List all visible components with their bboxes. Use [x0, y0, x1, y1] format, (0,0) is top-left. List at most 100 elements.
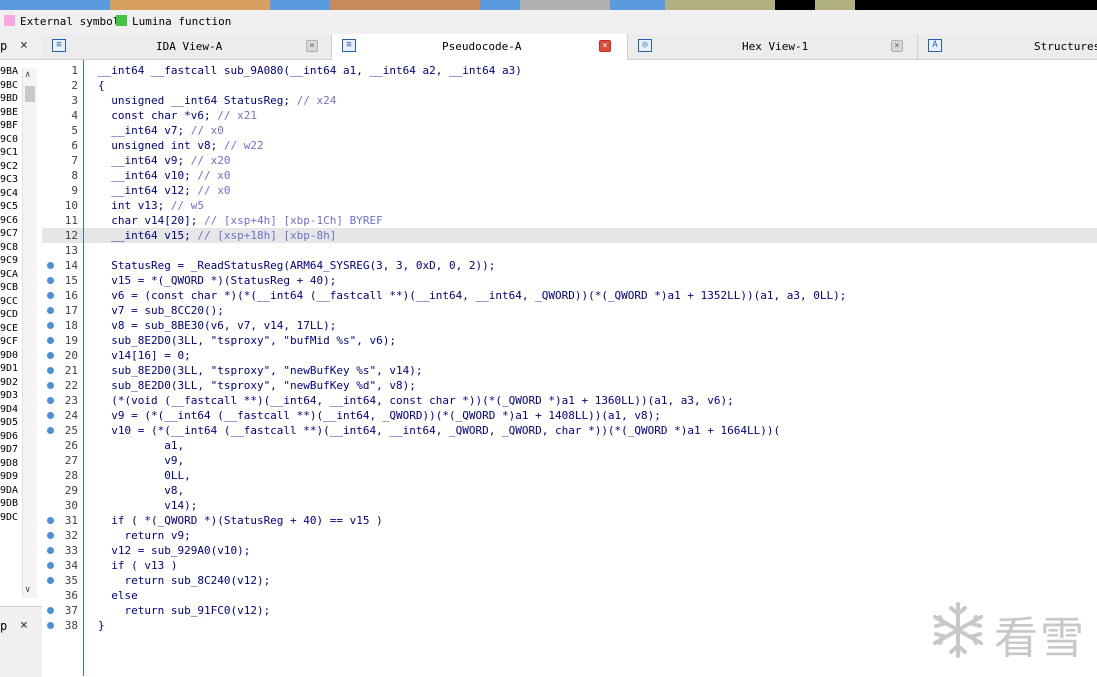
scroll-up-icon[interactable]: ∧	[25, 70, 30, 80]
code-line[interactable]: 1 __int64 __fastcall sub_9A080(__int64 a1…	[42, 63, 1097, 78]
function-list-item[interactable]: 9D7	[0, 443, 22, 457]
function-list-item[interactable]: 9BD	[0, 92, 22, 106]
code-line[interactable]: 33 v12 = sub_929A0(v10);	[42, 543, 1097, 558]
code-text[interactable]: v14);	[98, 498, 197, 513]
code-text[interactable]: v12 = sub_929A0(v10);	[98, 543, 250, 558]
function-list-item[interactable]: 9C5	[0, 200, 22, 214]
code-line[interactable]: 17 v7 = sub_8CC20();	[42, 303, 1097, 318]
code-line[interactable]: 18 v8 = sub_8BE30(v6, v7, v14, 17LL);	[42, 318, 1097, 333]
pseudocode-view[interactable]: 1 __int64 __fastcall sub_9A080(__int64 a1…	[42, 60, 1097, 676]
code-line[interactable]: 34 if ( v13 )	[42, 558, 1097, 573]
code-text[interactable]: v14[16] = 0;	[98, 348, 190, 363]
code-line[interactable]: 35 return sub_8C240(v12);	[42, 573, 1097, 588]
scroll-down-icon[interactable]: ∨	[25, 585, 30, 595]
code-text[interactable]: 0LL,	[98, 468, 191, 483]
function-list-item[interactable]: 9DB	[0, 497, 22, 511]
function-list-item[interactable]: 9D1	[0, 362, 22, 376]
code-text[interactable]: __int64 v12; // x0	[98, 183, 230, 198]
code-text[interactable]: if ( v13 )	[98, 558, 177, 573]
code-text[interactable]: return sub_91FC0(v12);	[98, 603, 270, 618]
function-list-item[interactable]: 9D2	[0, 376, 22, 390]
code-text[interactable]: }	[98, 618, 105, 633]
close-icon[interactable]: ×	[599, 40, 611, 52]
tab-hex-view[interactable]: ◎ Hex View-1 ×	[628, 34, 918, 59]
function-list-item[interactable]: 9CA	[0, 268, 22, 282]
code-text[interactable]: v6 = (const char *)(*(__int64 (__fastcal…	[98, 288, 846, 303]
function-list-item[interactable]: 9C7	[0, 227, 22, 241]
code-text[interactable]: v9 = (*(__int64 (__fastcall **)(__int64,…	[98, 408, 661, 423]
code-text[interactable]: __int64 v9; // x20	[98, 153, 230, 168]
code-text[interactable]: unsigned __int64 StatusReg; // x24	[98, 93, 336, 108]
code-line[interactable]: 19 sub_8E2D0(3LL, "tsproxy", "bufMid %s"…	[42, 333, 1097, 348]
code-line[interactable]: 14 StatusReg = _ReadStatusReg(ARM64_SYSR…	[42, 258, 1097, 273]
function-list-item[interactable]: 9CE	[0, 322, 22, 336]
code-text[interactable]: sub_8E2D0(3LL, "tsproxy", "newBufKey %d"…	[98, 378, 416, 393]
code-line[interactable]: 27 v9,	[42, 453, 1097, 468]
close-icon[interactable]: ×	[891, 40, 903, 52]
code-line[interactable]: 22 sub_8E2D0(3LL, "tsproxy", "newBufKey …	[42, 378, 1097, 393]
code-text[interactable]: __int64 __fastcall sub_9A080(__int64 a1,…	[98, 63, 522, 78]
function-list-item[interactable]: 9C9	[0, 254, 22, 268]
code-text[interactable]: if ( *(_QWORD *)(StatusReg + 40) == v15 …	[98, 513, 383, 528]
code-line[interactable]: 21 sub_8E2D0(3LL, "tsproxy", "newBufKey …	[42, 363, 1097, 378]
code-line[interactable]: 4 const char *v6; // x21	[42, 108, 1097, 123]
function-list-item[interactable]: 9CD	[0, 308, 22, 322]
code-line[interactable]: 12 __int64 v15; // [xsp+18h] [xbp-8h]	[42, 228, 1097, 243]
code-line[interactable]: 9 __int64 v12; // x0	[42, 183, 1097, 198]
navigation-band[interactable]	[0, 0, 1097, 10]
code-text[interactable]: char v14[20]; // [xsp+4h] [xbp-1Ch] BYRE…	[98, 213, 383, 228]
code-text[interactable]: v10 = (*(__int64 (__fastcall **)(__int64…	[98, 423, 780, 438]
code-text[interactable]: v15 = *(_QWORD *)(StatusReg + 40);	[98, 273, 336, 288]
tab-pseudocode[interactable]: ≡ Pseudocode-A ×	[332, 34, 628, 60]
function-list-item[interactable]: 9C3	[0, 173, 22, 187]
code-line[interactable]: 31 if ( *(_QWORD *)(StatusReg + 40) == v…	[42, 513, 1097, 528]
code-line[interactable]: 6 unsigned int v8; // w22	[42, 138, 1097, 153]
code-text[interactable]: a1,	[98, 438, 184, 453]
code-text[interactable]: sub_8E2D0(3LL, "tsproxy", "newBufKey %s"…	[98, 363, 422, 378]
code-text[interactable]: const char *v6; // x21	[98, 108, 257, 123]
code-text[interactable]: return sub_8C240(v12);	[98, 573, 270, 588]
function-list-item[interactable]: 9BC	[0, 79, 22, 93]
code-line[interactable]: 23 (*(void (__fastcall **)(__int64, __in…	[42, 393, 1097, 408]
function-list-item[interactable]: 9D3	[0, 389, 22, 403]
function-list-item[interactable]: 9DA	[0, 484, 22, 498]
code-text[interactable]: else	[98, 588, 138, 603]
code-line[interactable]: 10 int v13; // w5	[42, 198, 1097, 213]
code-text[interactable]: v8 = sub_8BE30(v6, v7, v14, 17LL);	[98, 318, 336, 333]
code-line[interactable]: 13	[42, 243, 1097, 258]
code-line[interactable]: 20 v14[16] = 0;	[42, 348, 1097, 363]
code-text[interactable]: v9,	[98, 453, 184, 468]
code-line[interactable]: 26 a1,	[42, 438, 1097, 453]
function-list-item[interactable]: 9BA	[0, 65, 22, 79]
function-list-item[interactable]: 9BE	[0, 106, 22, 120]
tab-structures[interactable]: A Structures	[918, 34, 1097, 59]
code-text[interactable]: __int64 v7; // x0	[98, 123, 224, 138]
code-line[interactable]: 29 v8,	[42, 483, 1097, 498]
function-list-item[interactable]: 9C4	[0, 187, 22, 201]
code-line[interactable]: 5 __int64 v7; // x0	[42, 123, 1097, 138]
code-text[interactable]: v8,	[98, 483, 184, 498]
close-icon[interactable]: ×	[20, 38, 28, 53]
code-text[interactable]: v7 = sub_8CC20();	[98, 303, 224, 318]
code-line[interactable]: 11 char v14[20]; // [xsp+4h] [xbp-1Ch] B…	[42, 213, 1097, 228]
function-list-item[interactable]: 9BF	[0, 119, 22, 133]
function-list-item[interactable]: 9D8	[0, 457, 22, 471]
code-line[interactable]: 24 v9 = (*(__int64 (__fastcall **)(__int…	[42, 408, 1097, 423]
function-list-item[interactable]: 9C1	[0, 146, 22, 160]
tab-ida-view[interactable]: ≡ IDA View-A ×	[42, 34, 332, 59]
scrollbar[interactable]: ∧ ∨	[22, 68, 37, 598]
code-line[interactable]: 2{	[42, 78, 1097, 93]
code-line[interactable]: 25 v10 = (*(__int64 (__fastcall **)(__in…	[42, 423, 1097, 438]
function-list-item[interactable]: 9D5	[0, 416, 22, 430]
code-text[interactable]: (*(void (__fastcall **)(__int64, __int64…	[98, 393, 734, 408]
function-list-item[interactable]: 9DC	[0, 511, 22, 525]
function-list-item[interactable]: 9D9	[0, 470, 22, 484]
code-line[interactable]: 16 v6 = (const char *)(*(__int64 (__fast…	[42, 288, 1097, 303]
code-line[interactable]: 8 __int64 v10; // x0	[42, 168, 1097, 183]
code-line[interactable]: 32 return v9;	[42, 528, 1097, 543]
code-text[interactable]: int v13; // w5	[98, 198, 204, 213]
code-line[interactable]: 15 v15 = *(_QWORD *)(StatusReg + 40);	[42, 273, 1097, 288]
code-line[interactable]: 7 __int64 v9; // x20	[42, 153, 1097, 168]
code-text[interactable]: {	[98, 78, 105, 93]
function-list-item[interactable]: 9CB	[0, 281, 22, 295]
